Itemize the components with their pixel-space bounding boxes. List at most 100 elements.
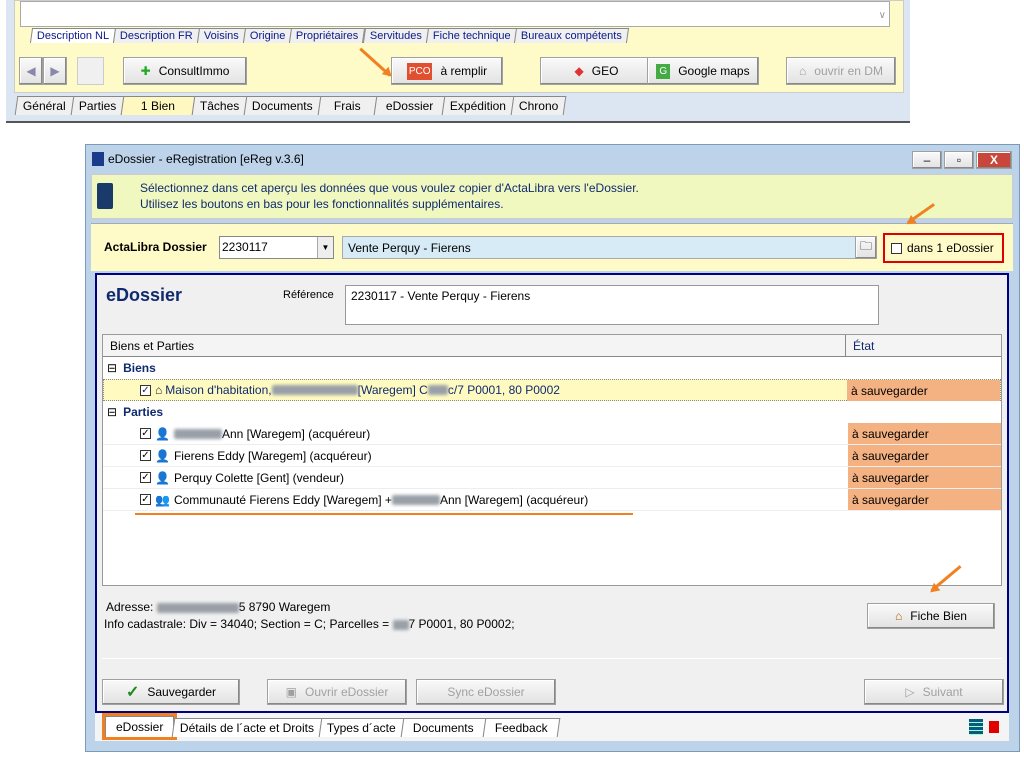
house-icon: ⌂ — [155, 383, 163, 397]
scroll-down-icon[interactable]: ∨ — [879, 10, 886, 21]
group-parties[interactable]: ⊟ Parties — [103, 401, 995, 423]
subtab[interactable]: Origine — [242, 28, 293, 43]
info-text: Sélectionnez dans cet aperçu les données… — [140, 181, 639, 195]
table-header: Biens et Parties État — [103, 335, 1001, 357]
status-indicator — [989, 721, 999, 733]
suivant-button[interactable]: ▷ Suivant — [864, 679, 1004, 705]
description-tabs: Description NL Description FR Voisins Or… — [29, 28, 630, 43]
house-plus-icon: ✚ — [140, 64, 151, 78]
state-badge: à sauvegarder — [847, 380, 1000, 401]
redacted-text — [392, 619, 409, 630]
checkbox[interactable] — [891, 242, 902, 254]
tab[interactable]: Tâches — [191, 96, 248, 115]
subtab[interactable]: Propriétaires — [289, 28, 366, 43]
google-maps-button[interactable]: G Google maps — [647, 57, 759, 85]
property-panel: ∨ Description NL Description FR Voisins … — [14, 0, 904, 93]
folder-button[interactable]: 🗀 — [855, 236, 877, 259]
people-icon: 👥 — [155, 492, 170, 507]
tab[interactable]: Détails de l´acte et Droits — [172, 718, 323, 737]
state-badge: à sauvegarder — [848, 423, 1001, 444]
a-remplir-button[interactable]: PCO à remplir — [391, 57, 503, 85]
subtab[interactable]: Description NL — [29, 28, 117, 43]
ouvrir-dm-button[interactable]: ⌂ ouvrir en DM — [786, 57, 896, 85]
close-button[interactable]: X — [976, 151, 1012, 169]
section-title: eDossier — [106, 285, 183, 305]
table-row[interactable]: ✓ ⌂ Maison d'habitation, [Waregem] C c/7 … — [103, 379, 1001, 401]
maximize-button[interactable]: ▫ — [944, 151, 974, 169]
dialog-tabs: eDossier Détails de l´acte et Droits Typ… — [101, 713, 560, 740]
tab[interactable]: Expédition — [441, 96, 515, 115]
dropdown-arrow-icon[interactable]: ▼ — [317, 237, 333, 258]
details-panel: Adresse: 5 8790 Waregem Info cadastrale:… — [102, 593, 1002, 659]
adresse-text: Adresse: 5 8790 Waregem — [106, 600, 331, 614]
collapse-icon[interactable]: ⊟ — [107, 361, 117, 375]
minimize-button[interactable]: – — [912, 151, 942, 169]
info-text: Utilisez les boutons en bas pour les fon… — [140, 197, 504, 211]
person-icon: 👤 — [155, 448, 170, 463]
tab[interactable]: Documents — [244, 96, 322, 115]
reference-field[interactable]: 2230117 - Vente Perquy - Fierens — [345, 285, 879, 325]
annotation-underline — [135, 513, 633, 515]
checkbox[interactable]: ✓ — [140, 494, 151, 505]
description-textarea[interactable]: ∨ — [20, 1, 890, 27]
table-row[interactable]: ✓ 👤 Fierens Eddy [Waregem] (acquéreur) à s… — [103, 445, 1001, 467]
tab-edossier[interactable]: eDossier — [373, 96, 446, 115]
subtab[interactable]: Description FR — [113, 28, 200, 43]
sauvegarder-button[interactable]: ✓ Sauvegarder — [102, 679, 240, 705]
table-row[interactable]: ✓ 👥 Communauté Fierens Eddy [Waregem] + An… — [103, 489, 1001, 511]
subtab[interactable]: Bureaux compétents — [514, 28, 630, 43]
state-badge: à sauvegarder — [848, 467, 1001, 488]
checkbox[interactable]: ✓ — [140, 450, 151, 461]
column-divider — [845, 335, 846, 357]
person-icon: 👤 — [155, 426, 170, 441]
consultimmo-button[interactable]: ✚ ConsultImmo — [123, 57, 247, 85]
table-row[interactable]: ✓ 👤 Ann [Waregem] (acquéreur) à sauvegard… — [103, 423, 1001, 445]
column-header[interactable]: Biens et Parties — [110, 339, 194, 353]
sync-edossier-button[interactable]: Sync eDossier — [416, 679, 556, 705]
redacted-text — [391, 494, 440, 505]
state-badge: à sauvegarder — [848, 489, 1001, 510]
dossier-label: ActaLibra Dossier — [104, 240, 207, 254]
redacted-text — [427, 385, 448, 395]
dossier-bar: ActaLibra Dossier 2230117 ▼ Vente Perquy… — [91, 223, 1013, 271]
dans-edossier-checkbox[interactable]: dans 1 eDossier — [883, 233, 1004, 263]
tab[interactable]: Chrono — [510, 96, 567, 115]
subtab[interactable]: Servitudes — [362, 28, 429, 43]
collapse-icon[interactable]: ⊟ — [107, 405, 117, 419]
edossier-dialog: eDossier - eRegistration [eReg v.3.6] – … — [85, 144, 1020, 752]
inbox-icon — [97, 183, 113, 209]
pco-icon: PCO — [406, 62, 433, 80]
prev-button[interactable]: ◀ — [19, 57, 43, 85]
checkbox[interactable]: ✓ — [140, 384, 151, 396]
state-badge: à sauvegarder — [848, 445, 1001, 466]
ouvrir-edossier-button[interactable]: ▣ Ouvrir eDossier — [267, 679, 407, 705]
dossier-number-select[interactable]: 2230117 ▼ — [219, 236, 334, 259]
tab[interactable]: Types d´acte — [319, 718, 405, 737]
geo-button[interactable]: ◆ GEO — [540, 57, 653, 85]
inbox-icon: ▣ — [285, 685, 297, 699]
table-row[interactable]: ✓ 👤 Perquy Colette [Gent] (vendeur) à sauv… — [103, 467, 1001, 489]
dossier-name-field[interactable]: Vente Perquy - Fierens — [342, 236, 862, 259]
tab[interactable]: Feedback — [482, 718, 560, 737]
empty-field[interactable] — [77, 57, 104, 85]
tab[interactable]: Parties — [70, 96, 125, 115]
reference-label: Référence — [283, 289, 334, 301]
checkbox[interactable]: ✓ — [140, 428, 151, 439]
tab-active[interactable]: 1 Bien — [120, 96, 196, 115]
fiche-bien-button[interactable]: ⌂ Fiche Bien — [867, 603, 995, 629]
arrow-right-icon: ▶ — [50, 64, 60, 78]
tab[interactable]: Frais — [317, 96, 378, 115]
checkbox[interactable]: ✓ — [140, 472, 151, 483]
subtab[interactable]: Fiche technique — [425, 28, 518, 43]
tab[interactable]: Général — [14, 96, 75, 115]
folder-icon: 🗀 — [859, 239, 872, 253]
column-header[interactable]: État — [853, 339, 874, 353]
tab-edossier[interactable]: eDossier — [101, 713, 178, 740]
next-button[interactable]: ▶ — [43, 57, 67, 85]
group-biens[interactable]: ⊟ Biens — [103, 357, 995, 379]
list-icon[interactable] — [969, 719, 983, 735]
google-maps-icon: G — [656, 63, 671, 79]
subtab[interactable]: Voisins — [196, 28, 246, 43]
layers-icon: ◆ — [574, 64, 584, 78]
tab[interactable]: Documents — [400, 718, 487, 737]
